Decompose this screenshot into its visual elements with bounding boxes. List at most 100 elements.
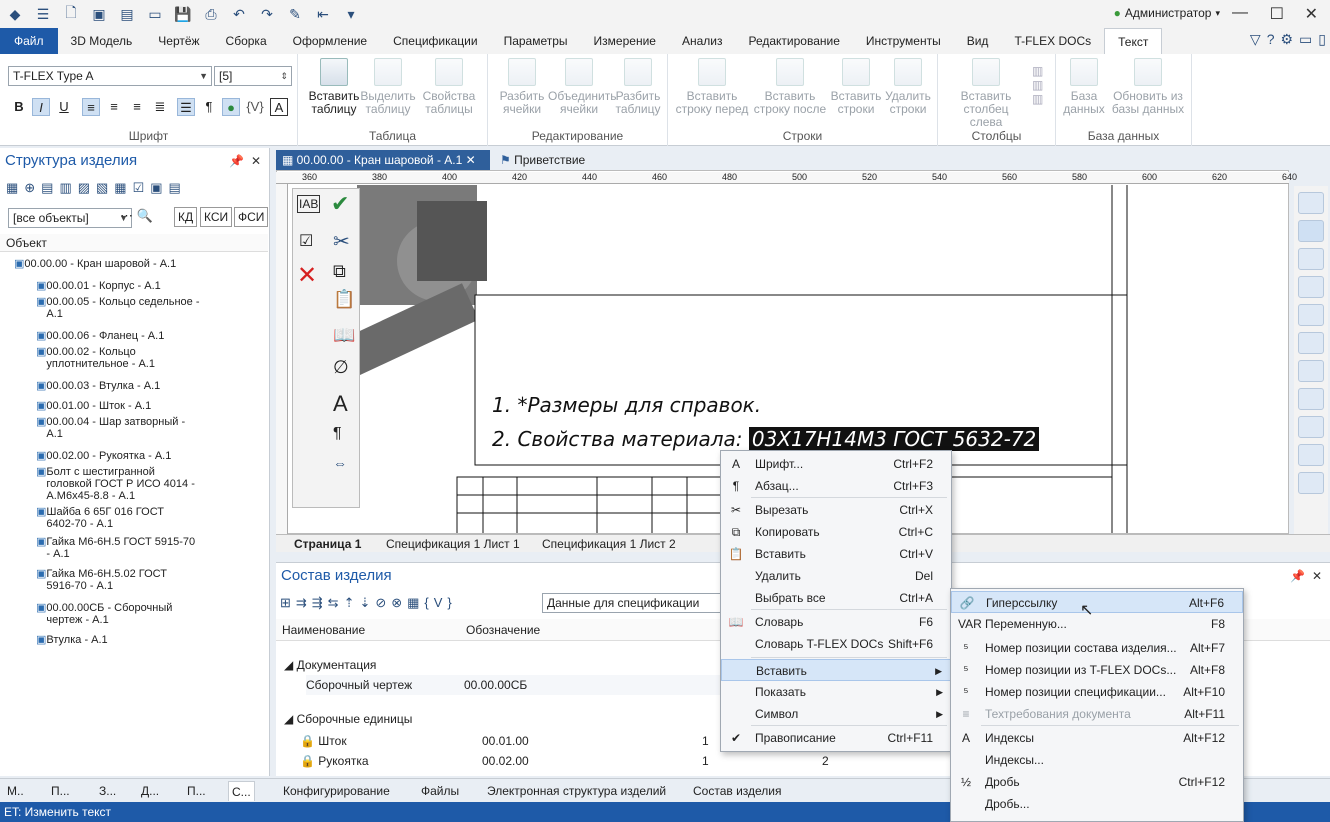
row-handle[interactable]: 🔒 Рукоятка 00.02.00 1 2	[300, 751, 829, 771]
align-center-icon[interactable]: ≡	[105, 98, 123, 116]
tree-item[interactable]: ▣ Шайба 6 65Г 016 ГОСТ 6402-70 - А.1	[36, 506, 304, 530]
fsi-button[interactable]: ФСИ	[234, 207, 269, 227]
btab-configuring[interactable]: Конфигурирование	[280, 781, 393, 801]
tab-specifications[interactable]: Спецификации	[380, 28, 490, 54]
tree-item[interactable]: ▣ 00.00.00СБ - Сборочный чертеж - А.1	[36, 602, 304, 626]
confirm-icon[interactable]: ✔	[331, 191, 349, 217]
folder-icon[interactable]: ▭	[144, 4, 166, 24]
menu-item[interactable]: ≡ Техтребования документа Alt+F11	[951, 703, 1243, 725]
qat-dropdown-icon[interactable]: ▾	[340, 4, 362, 24]
btab-files[interactable]: Файлы	[418, 781, 462, 801]
cancel-icon[interactable]: ✕	[297, 261, 317, 290]
page-tab-1[interactable]: Страница 1	[290, 536, 365, 552]
settings-icon[interactable]: ⚙	[1280, 31, 1293, 48]
note-2[interactable]: 2. Свойства материала: 03Х17Н14М3 ГОСТ 5…	[492, 427, 1040, 451]
tree-item[interactable]: ▣ Гайка М6-6Н.5 ГОСТ 5915-70- А.1	[36, 536, 304, 560]
user-menu[interactable]: ● Администратор ▾	[1114, 6, 1220, 20]
print-icon[interactable]: ⎙	[200, 4, 222, 24]
db-button[interactable]: База данных	[1062, 58, 1106, 116]
tab-text[interactable]: Текст	[1104, 28, 1163, 54]
ribbon-options-icon[interactable]: ▽	[1250, 31, 1261, 48]
refresh-db-button[interactable]: Обновить из базы данных	[1108, 58, 1188, 116]
insert-col-left-button[interactable]: Вставить столбец слева	[948, 58, 1024, 129]
tab-measure[interactable]: Измерение	[581, 28, 669, 54]
edit-icon[interactable]: ✎	[284, 4, 306, 24]
tab-parameters[interactable]: Параметры	[491, 28, 581, 54]
save-icon[interactable]: 💾	[172, 4, 194, 24]
layout-icon[interactable]	[1298, 192, 1324, 214]
row-shaft[interactable]: 🔒 Шток 00.01.00 1	[300, 731, 720, 751]
tab-file[interactable]: Файл	[0, 28, 58, 54]
jump-icon[interactable]: ⇤	[312, 4, 334, 24]
btab-d[interactable]: Д...	[138, 781, 162, 801]
btab-p2[interactable]: П...	[184, 781, 209, 801]
menu-item[interactable]: ⁵ Номер позиции состава изделия... Alt+F7	[951, 637, 1243, 659]
page-tab-spec-2[interactable]: Спецификация 1 Лист 2	[538, 536, 680, 552]
tree-item[interactable]: ▣ 00.02.00 - Рукоятка - А.1	[36, 450, 304, 462]
3d-cube-icon[interactable]: ▣	[88, 4, 110, 24]
menu-item[interactable]: Показать ▶	[721, 681, 951, 703]
tab-drawing[interactable]: Чертёж	[145, 28, 212, 54]
tab-tflex-docs[interactable]: T-FLEX DOCs	[1001, 28, 1104, 54]
zoom-out-icon[interactable]	[1298, 332, 1324, 354]
ksi-button[interactable]: КСИ	[200, 207, 233, 227]
btab-s[interactable]: С...	[228, 781, 255, 801]
menu-item[interactable]: A Шрифт... Ctrl+F2	[721, 453, 951, 475]
menu-item[interactable]: ⁵ Номер позиции из T-FLEX DOCs... Alt+F8	[951, 659, 1243, 681]
section-assembly-units[interactable]: ◢ Сборочные единицы	[284, 709, 412, 729]
new-file-icon[interactable]: 🗋	[60, 4, 82, 24]
font-icon[interactable]: A	[333, 391, 348, 417]
close-icon[interactable]: ✕	[1305, 4, 1318, 24]
btab-z[interactable]: З...	[96, 781, 119, 801]
split-table-button[interactable]: Разбить таблицу	[612, 58, 664, 116]
structure-toolbar[interactable]: ▦⊕▤▥▨▧▦☑▣▤	[6, 180, 256, 198]
magnet-icon[interactable]	[1298, 220, 1324, 242]
menu-item[interactable]: Удалить Del	[721, 565, 951, 587]
help-icon[interactable]: ?	[1267, 31, 1275, 48]
menu-item[interactable]: Индексы...	[951, 749, 1243, 771]
menu-item[interactable]: Вставить ▶	[721, 659, 951, 681]
delete-rows-button[interactable]: Удалить строки	[880, 58, 936, 116]
align-left-icon[interactable]: ≡	[82, 98, 100, 116]
insert-row-after-button[interactable]: Вставить строку после	[752, 58, 828, 116]
menu-item[interactable]: 📖 Словарь F6	[721, 611, 951, 633]
tab-analysis[interactable]: Анализ	[669, 28, 736, 54]
menu-item[interactable]: ✔ Правописание Ctrl+F11	[721, 727, 951, 749]
split-cells-button[interactable]: Разбить ячейки	[494, 58, 550, 116]
align-right-icon[interactable]: ≡	[128, 98, 146, 116]
tab-design[interactable]: Оформление	[280, 28, 380, 54]
insert-table-button[interactable]: Вставить таблицу	[304, 58, 364, 116]
menu-item[interactable]: 📋 Вставить Ctrl+V	[721, 543, 951, 565]
menu-item[interactable]: A Индексы Alt+F12	[951, 727, 1243, 749]
bold-icon[interactable]: B	[10, 98, 28, 116]
btab-m[interactable]: М..	[4, 781, 27, 801]
dictionary-icon[interactable]: 📖	[333, 325, 355, 346]
font-name-combo[interactable]: T-FLEX Type A ▼	[8, 66, 212, 86]
insert-row-before-button[interactable]: Вставить строку перед	[674, 58, 750, 116]
menu-item[interactable]: 🔗 Гиперссылку Alt+F6	[951, 591, 1243, 613]
filter-combo[interactable]: [все объекты] ▼	[8, 208, 132, 228]
minimize-icon[interactable]: —	[1232, 4, 1248, 22]
tree-item[interactable]: ▣ 00.00.03 - Втулка - А.1	[36, 380, 304, 392]
tree-item[interactable]: ▣ 00.01.00 - Шток - А.1	[36, 400, 304, 412]
text-frame-icon[interactable]: A	[270, 98, 288, 116]
menu-item[interactable]: Словарь T-FLEX DOCs Shift+F6	[721, 633, 951, 655]
menu-item[interactable]: Символ ▶	[721, 703, 951, 725]
tab-tools[interactable]: Инструменты	[853, 28, 954, 54]
merge-cells-button[interactable]: Объединить ячейки	[548, 58, 617, 116]
search-icon[interactable]: ⋯ 🔍	[120, 208, 153, 224]
glasses-delete-icon[interactable]	[1298, 388, 1324, 410]
pin-close-icons[interactable]: 📌 ✕	[1290, 563, 1322, 589]
italic-icon[interactable]: I	[32, 98, 50, 116]
cube-icon[interactable]	[1298, 472, 1324, 494]
tree-item[interactable]: ▣ Гайка М6-6Н.5.02 ГОСТ 5916-70 - А.1	[36, 568, 304, 592]
close-icon[interactable]: ✕	[462, 153, 476, 167]
copy-icon[interactable]: ⧉	[333, 261, 346, 282]
select-table-button[interactable]: Выделить таблицу	[358, 58, 418, 116]
menu-item[interactable]: Выбрать все Ctrl+A	[721, 587, 951, 609]
zoom-window-icon[interactable]	[1298, 304, 1324, 326]
tree-item[interactable]: ▣ 00.00.01 - Корпус - А.1	[36, 280, 304, 292]
menu-item[interactable]: ¶ Абзац... Ctrl+F3	[721, 475, 951, 497]
check-icon[interactable]	[1298, 444, 1324, 466]
menu-item[interactable]: Дробь...	[951, 793, 1243, 815]
